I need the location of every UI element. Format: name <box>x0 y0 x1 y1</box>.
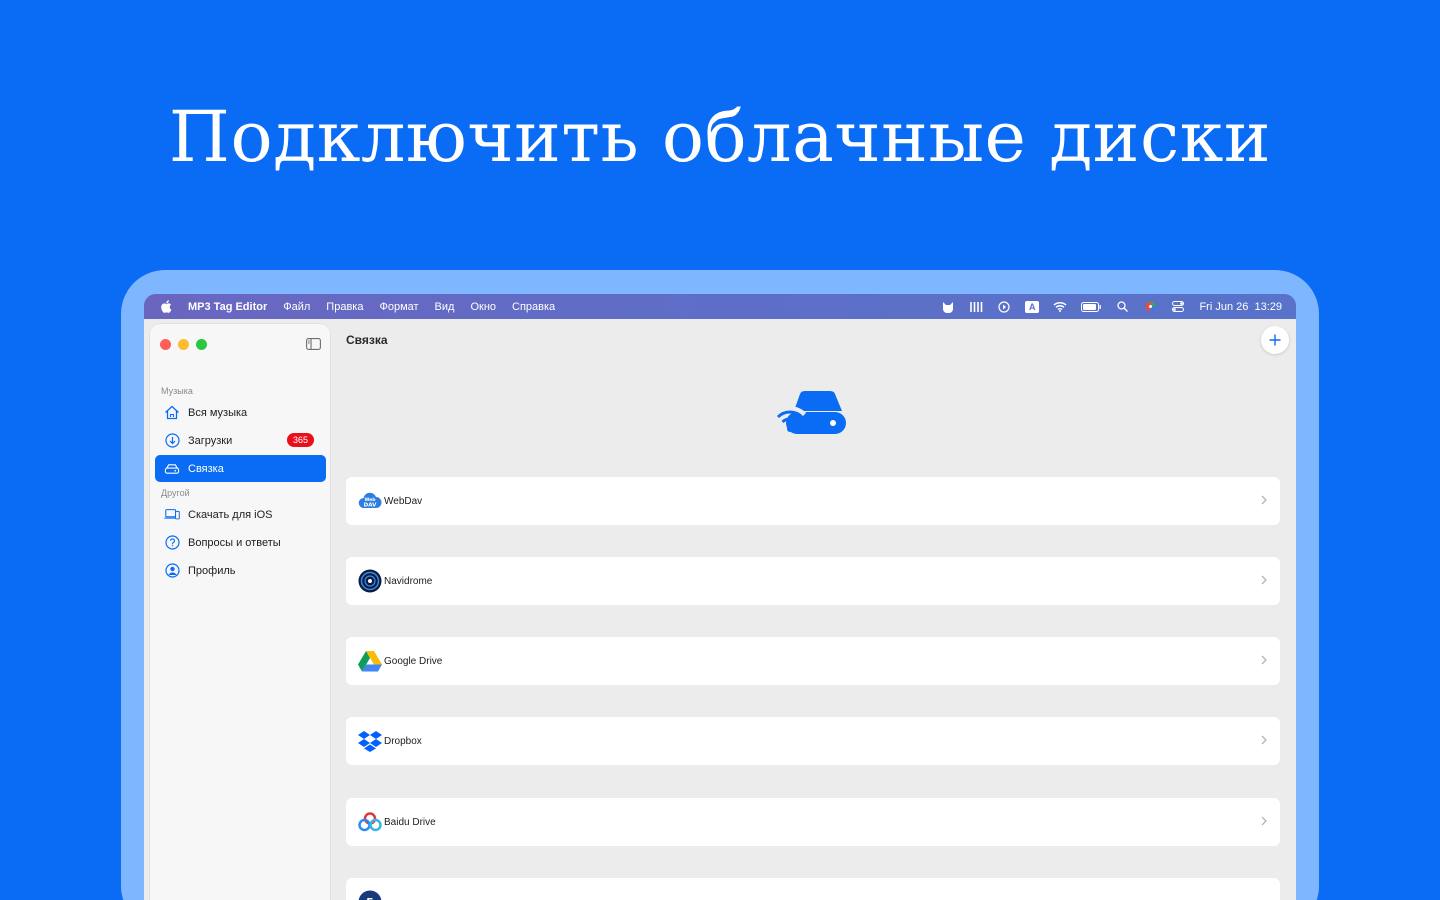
home-icon <box>164 405 180 421</box>
zoom-button[interactable] <box>196 339 207 350</box>
menu-view[interactable]: Вид <box>435 301 455 313</box>
apple-icon[interactable] <box>160 300 172 313</box>
sidebar-item-label: Вся музыка <box>188 406 248 419</box>
app-window: Музыка Вся музыка Загрузки 365 Связка Др… <box>144 319 1296 900</box>
service-row-dropbox[interactable]: Dropbox <box>346 717 1280 765</box>
menu-datetime[interactable]: Fri Jun 26 13:29 <box>1199 301 1282 313</box>
question-icon <box>164 535 180 551</box>
menu-help[interactable]: Справка <box>512 301 555 313</box>
devices-icon <box>164 507 180 523</box>
chevron-right-icon <box>1261 575 1267 585</box>
network-drive-icon <box>776 391 846 434</box>
svg-text:5: 5 <box>366 896 374 900</box>
sidebar-item-label: Связка <box>188 462 224 475</box>
sidebar: Музыка Вся музыка Загрузки 365 Связка Др… <box>150 324 330 900</box>
add-button[interactable] <box>1261 326 1289 354</box>
color-wheel-icon[interactable] <box>1143 300 1157 314</box>
sidebar-item-faq[interactable]: Вопросы и ответы <box>155 529 326 556</box>
sidebar-item-linking[interactable]: Связка <box>155 455 326 482</box>
mixer-icon[interactable] <box>969 300 983 314</box>
search-icon[interactable] <box>1115 300 1129 314</box>
sidebar-item-label: Скачать для iOS <box>188 508 273 521</box>
battery-icon[interactable] <box>1081 300 1102 314</box>
service-row-partial[interactable]: 5 <box>346 878 1280 900</box>
chevron-right-icon <box>1261 495 1267 505</box>
sidebar-item-label: Вопросы и ответы <box>188 536 281 549</box>
chevron-right-icon <box>1261 655 1267 665</box>
menu-app-name[interactable]: MP3 Tag Editor <box>188 301 267 313</box>
sidebar-item-all-music[interactable]: Вся музыка <box>155 399 326 426</box>
section-label-other: Другой <box>161 488 190 498</box>
chevron-right-icon <box>1261 816 1267 826</box>
service-label: Dropbox <box>384 735 422 747</box>
input-source-icon[interactable]: A <box>1024 300 1040 313</box>
minimize-button[interactable] <box>178 339 189 350</box>
section-label-music: Музыка <box>161 386 193 396</box>
window-controls <box>160 339 207 350</box>
service-label: Navidrome <box>384 575 433 587</box>
control-center-icon[interactable] <box>1171 300 1185 314</box>
baidu-drive-icon <box>358 810 382 834</box>
sidebar-item-profile[interactable]: Профиль <box>155 557 326 584</box>
dropbox-icon <box>358 729 382 753</box>
menu-window[interactable]: Окно <box>470 301 496 313</box>
menu-file[interactable]: Файл <box>283 301 310 313</box>
service-label: WebDav <box>384 495 423 507</box>
navidrome-icon <box>358 569 382 593</box>
service-label: Google Drive <box>384 655 443 667</box>
play-circle-icon[interactable] <box>997 300 1011 314</box>
downloads-count-badge: 365 <box>286 433 314 447</box>
sidebar-item-ios-download[interactable]: Скачать для iOS <box>155 501 326 528</box>
chevron-right-icon <box>1261 735 1267 745</box>
sidebar-item-label: Загрузки <box>188 434 233 447</box>
cat-icon[interactable] <box>941 300 955 314</box>
download-icon <box>164 433 180 449</box>
google-drive-icon <box>358 649 382 673</box>
wifi-icon[interactable] <box>1053 300 1067 314</box>
sidebar-item-downloads[interactable]: Загрузки 365 <box>155 427 326 454</box>
service-row-baidu-drive[interactable]: Baidu Drive <box>346 798 1280 846</box>
partial-service-icon: 5 <box>358 890 382 900</box>
page-title: Связка <box>346 333 388 347</box>
close-button[interactable] <box>160 339 171 350</box>
drive-icon <box>164 461 180 477</box>
sidebar-item-label: Профиль <box>188 564 236 577</box>
profile-icon <box>164 563 180 579</box>
menu-edit[interactable]: Правка <box>326 301 363 313</box>
screen: MP3 Tag Editor Файл Правка Формат Вид Ок… <box>144 294 1296 900</box>
service-row-webdav[interactable]: Web DAV WebDav <box>346 477 1280 525</box>
service-row-navidrome[interactable]: Navidrome <box>346 557 1280 605</box>
svg-text:DAV: DAV <box>364 503 377 509</box>
headline: Подключить облачные диски <box>168 96 1272 178</box>
menu-format[interactable]: Формат <box>379 301 418 313</box>
sidebar-toggle-icon[interactable] <box>306 338 321 350</box>
plus-icon <box>1269 334 1281 346</box>
service-label: Baidu Drive <box>384 816 436 828</box>
menu-bar: MP3 Tag Editor Файл Правка Формат Вид Ок… <box>144 294 1296 319</box>
webdav-icon: Web DAV <box>358 489 382 513</box>
service-row-google-drive[interactable]: Google Drive <box>346 637 1280 685</box>
